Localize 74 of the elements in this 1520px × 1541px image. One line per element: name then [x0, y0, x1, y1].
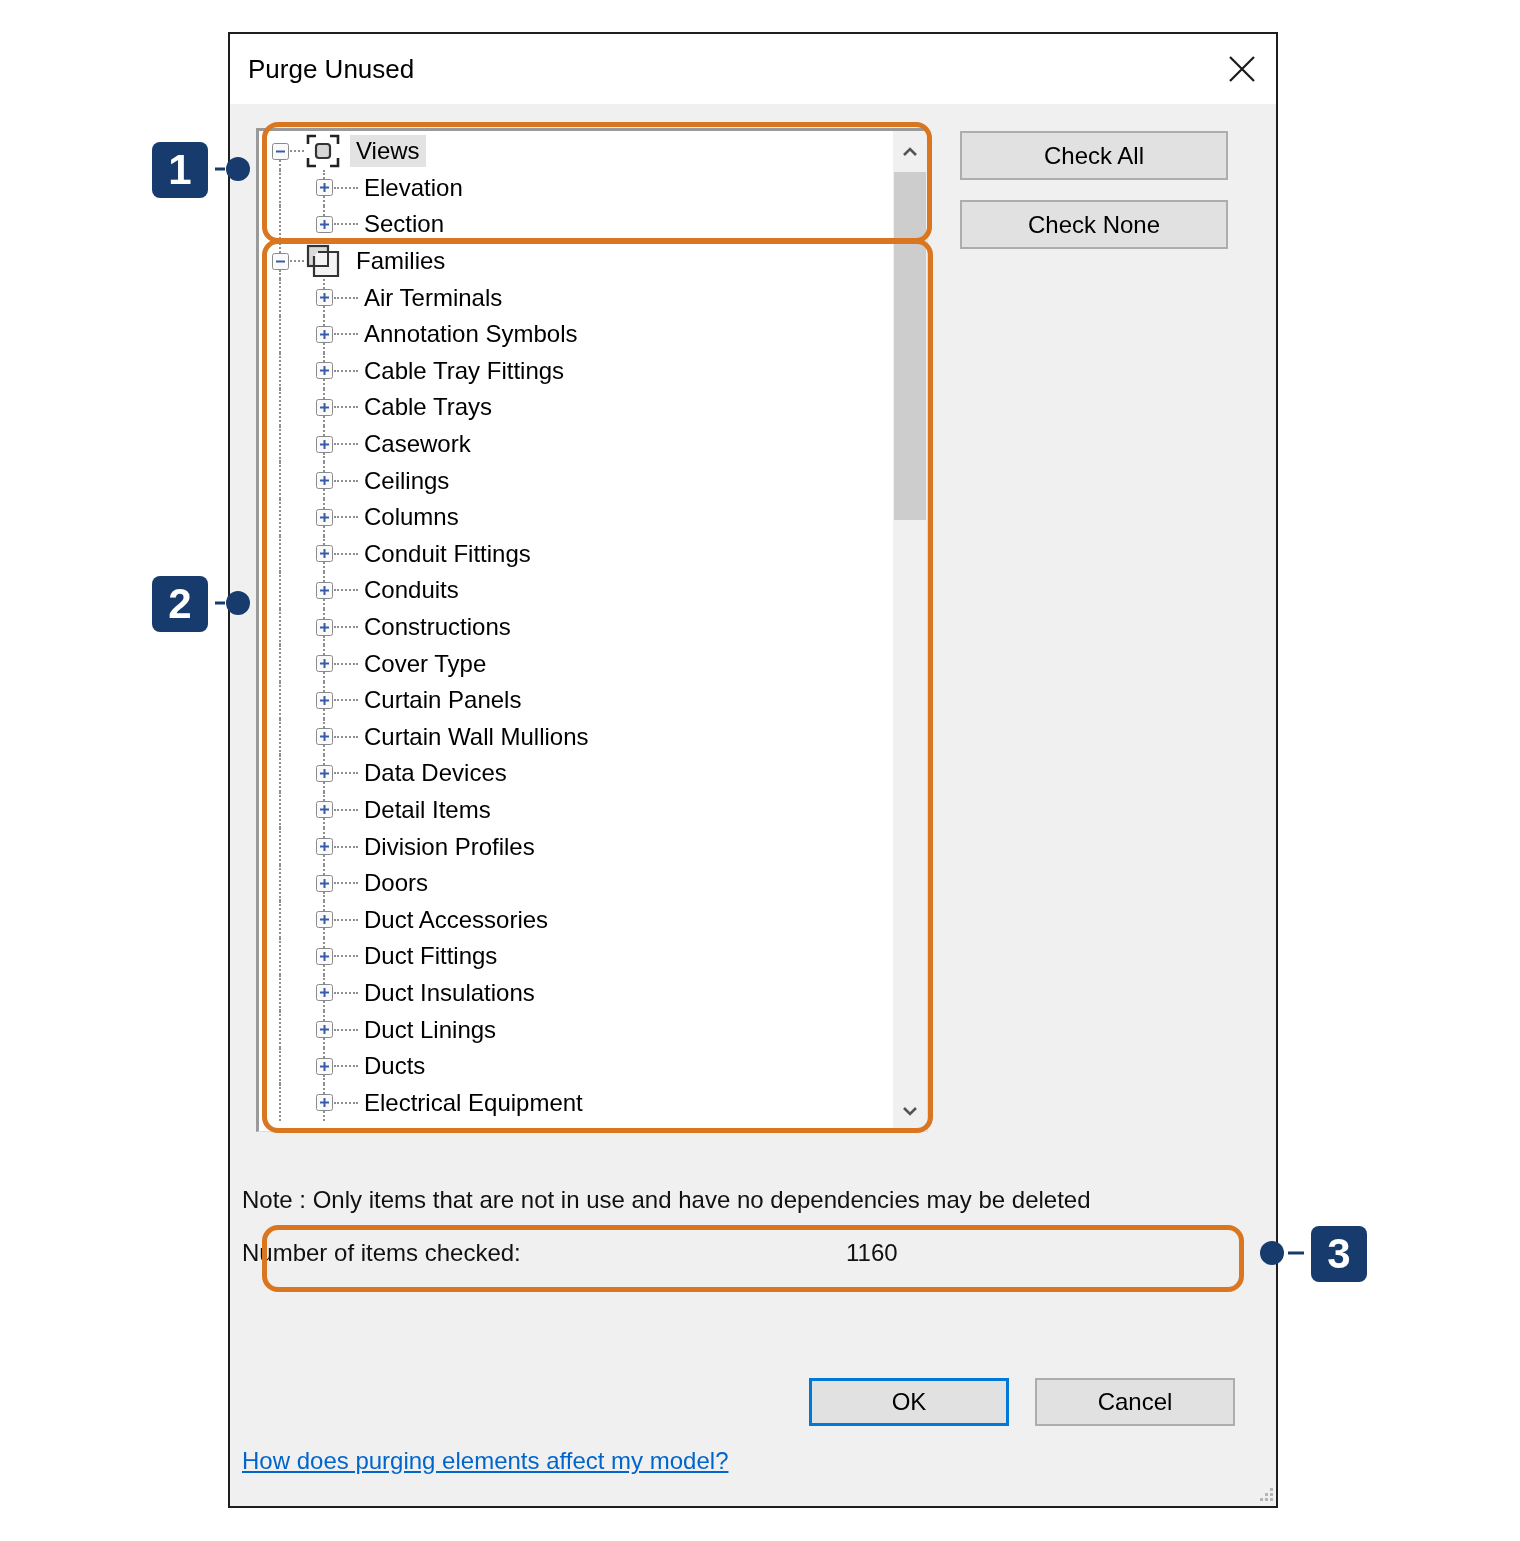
expand-icon[interactable]: [315, 398, 333, 416]
callout-leader: [1258, 1241, 1306, 1265]
expand-icon[interactable]: [315, 911, 333, 929]
expand-icon[interactable]: [315, 581, 333, 599]
tree-item[interactable]: Cable Tray Fittings: [362, 354, 567, 387]
tree-item[interactable]: Cover Type: [362, 647, 489, 680]
expand-icon[interactable]: [315, 472, 333, 490]
tree-item[interactable]: Duct Fittings: [362, 940, 500, 973]
tree-item[interactable]: Data Devices: [362, 757, 509, 790]
tree-item[interactable]: Ducts: [362, 1050, 428, 1083]
tree-item[interactable]: Casework: [362, 428, 473, 461]
tree-item[interactable]: Air Terminals: [362, 281, 505, 314]
tree-item[interactable]: Curtain Panels: [362, 684, 524, 717]
cancel-button[interactable]: Cancel: [1035, 1378, 1235, 1426]
count-value: 1160: [846, 1238, 898, 1268]
expand-icon[interactable]: [315, 325, 333, 343]
callout-number: 1: [152, 142, 208, 198]
callout-leader: [212, 591, 250, 615]
expand-icon[interactable]: [315, 691, 333, 709]
tree-item[interactable]: Curtain Wall Mullions: [362, 720, 591, 753]
expand-icon[interactable]: [315, 362, 333, 380]
scrollbar-thumb[interactable]: [894, 172, 926, 520]
expand-icon[interactable]: [315, 1021, 333, 1039]
check-none-button[interactable]: Check None: [960, 200, 1228, 249]
expand-icon[interactable]: [315, 435, 333, 453]
tree-item[interactable]: Columns: [362, 501, 461, 534]
chevron-up-icon: [902, 146, 918, 157]
help-link[interactable]: How does purging elements affect my model?: [242, 1446, 729, 1476]
check-all-button[interactable]: Check All: [960, 131, 1228, 180]
expand-icon[interactable]: [315, 508, 333, 526]
tree-item[interactable]: Annotation Symbols: [362, 318, 580, 351]
tree-item[interactable]: Section: [362, 208, 447, 241]
expand-icon[interactable]: [315, 874, 333, 892]
ok-button[interactable]: OK: [809, 1378, 1009, 1426]
callout-number: 3: [1311, 1226, 1367, 1282]
tree-item[interactable]: Duct Linings: [362, 1013, 499, 1046]
close-icon: [1229, 56, 1255, 82]
expand-icon[interactable]: [315, 216, 333, 233]
tree-item[interactable]: Cable Trays: [362, 391, 495, 424]
callout-leader: [212, 157, 250, 181]
expand-icon[interactable]: [315, 1057, 333, 1075]
callout-number: 2: [152, 576, 208, 632]
tree-item[interactable]: Division Profiles: [362, 830, 537, 863]
expand-icon[interactable]: [315, 618, 333, 636]
stacked-squares-icon: [306, 244, 340, 279]
expand-icon[interactable]: [315, 838, 333, 856]
tree-item[interactable]: Conduit Fittings: [362, 537, 533, 570]
tree-item[interactable]: Ceilings: [362, 464, 452, 497]
expand-icon[interactable]: [315, 179, 333, 197]
expand-icon[interactable]: [315, 1094, 333, 1112]
chevron-down-icon: [902, 1106, 918, 1116]
tree-item[interactable]: Electrical Equipment: [362, 1086, 585, 1119]
tree-item[interactable]: Detail Items: [362, 794, 493, 826]
tree-item[interactable]: Views: [350, 135, 426, 168]
expand-icon[interactable]: [315, 289, 333, 307]
tree-item[interactable]: Families: [350, 245, 452, 278]
expand-icon[interactable]: [315, 655, 333, 673]
dialog-title: Purge Unused: [248, 53, 415, 86]
collapse-icon[interactable]: [271, 142, 289, 160]
note-text: Note : Only items that are not in use and have no dependencies may be deleted: [241, 1185, 1092, 1215]
expand-icon[interactable]: [315, 947, 333, 965]
tree-item[interactable]: Doors: [362, 867, 431, 900]
collapse-icon[interactable]: [271, 252, 289, 270]
tree-item[interactable]: Elevation: [362, 171, 465, 204]
tree-item[interactable]: Conduits: [362, 574, 461, 607]
expand-icon[interactable]: [315, 764, 333, 782]
expand-icon[interactable]: [315, 728, 333, 746]
expand-icon[interactable]: [315, 984, 333, 1002]
viewfinder-icon: [306, 134, 340, 169]
expand-icon[interactable]: [315, 545, 333, 563]
tree-item[interactable]: Duct Accessories: [362, 903, 551, 936]
tree-item[interactable]: Constructions: [362, 611, 513, 643]
expand-icon[interactable]: [315, 801, 333, 819]
tree-item[interactable]: Duct Insulations: [362, 976, 537, 1009]
